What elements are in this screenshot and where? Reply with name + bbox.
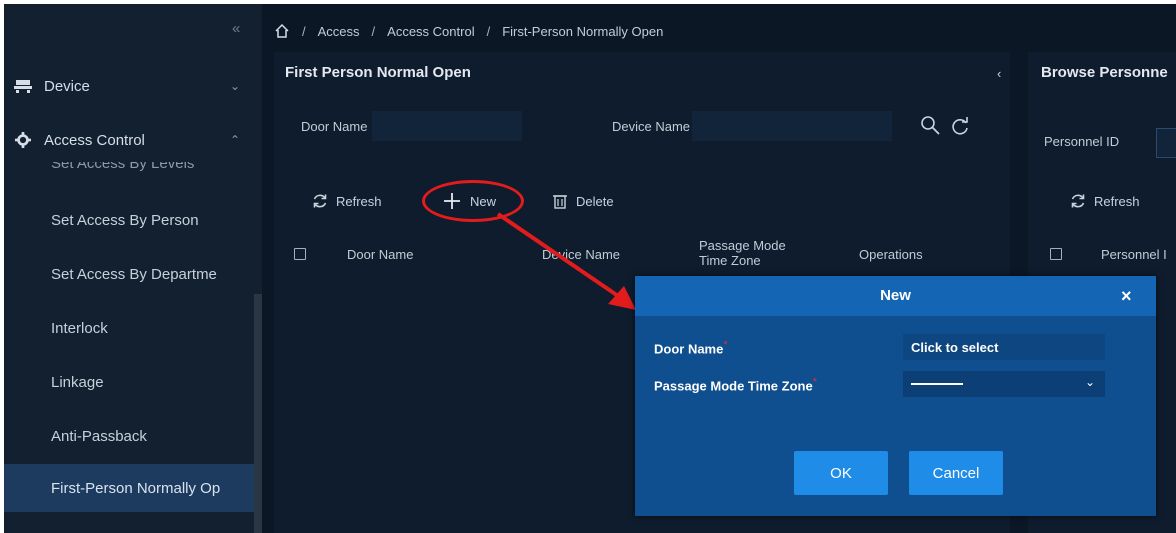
panel-title: First Person Normal Open [285, 64, 471, 81]
device-name-filter-label: Device Name [612, 119, 691, 134]
empty-selection-line [911, 383, 963, 385]
refresh-icon [1071, 194, 1085, 208]
breadcrumb-item-access-control[interactable]: Access Control [387, 24, 474, 39]
sidebar-item-first-person-normally-open[interactable]: First-Person Normally Op [4, 464, 254, 512]
ok-button[interactable]: OK [794, 451, 888, 495]
sidebar: « Device ⌄ Access Control ⌃ Set Access B… [4, 4, 262, 533]
sidebar-section-label: Access Control [44, 131, 145, 149]
new-dialog: New × Door Name* Click to select Passage… [635, 276, 1156, 516]
chevron-down-icon: ⌄ [1085, 375, 1096, 389]
column-passage-mode-time-zone[interactable]: Passage Mode Time Zone [699, 238, 786, 268]
chevron-down-icon: ⌄ [230, 79, 241, 93]
collapse-panel-icon[interactable]: ‹ [997, 66, 1001, 81]
device-icon [14, 80, 32, 93]
sidebar-item-interlock[interactable]: Interlock [4, 304, 254, 352]
personnel-refresh-label: Refresh [1094, 193, 1140, 209]
refresh-icon [313, 194, 327, 208]
door-name-select[interactable]: Click to select [903, 334, 1105, 360]
sidebar-item-anti-passback[interactable]: Anti-Passback [4, 412, 254, 460]
home-icon[interactable] [274, 23, 290, 39]
personnel-id-label: Personnel ID [1044, 134, 1120, 149]
sidebar-section-label: Device [44, 77, 90, 95]
sidebar-item-clipped[interactable]: Set Access By Levels [51, 162, 194, 172]
column-door-name[interactable]: Door Name [347, 247, 413, 262]
cancel-button[interactable]: Cancel [909, 451, 1003, 495]
sidebar-scrollbar[interactable] [254, 294, 262, 533]
required-mark: * [723, 339, 728, 351]
clipped-item-container: Set Access By Levels [4, 162, 254, 176]
breadcrumb-item-access[interactable]: Access [318, 24, 360, 39]
refresh-button[interactable]: Refresh [312, 190, 382, 212]
sidebar-item-set-access-by-person[interactable]: Set Access By Person [4, 196, 254, 244]
breadcrumb-separator: / [302, 23, 306, 39]
breadcrumb: / Access / Access Control / First-Person… [274, 20, 663, 42]
reset-icon[interactable] [949, 116, 971, 138]
app-window: « Device ⌄ Access Control ⌃ Set Access B… [4, 4, 1176, 533]
breadcrumb-separator: / [371, 23, 376, 39]
time-zone-field-label: Passage Mode Time Zone* [654, 376, 817, 393]
gear-icon [15, 132, 31, 148]
breadcrumb-item-current: First-Person Normally Open [502, 23, 664, 39]
browse-personnel-title: Browse Personne [1041, 64, 1168, 81]
required-mark: * [812, 376, 817, 388]
breadcrumb-separator: / [486, 23, 491, 39]
door-name-filter-label: Door Name [301, 119, 368, 134]
search-icon[interactable] [919, 114, 941, 136]
personnel-select-all-checkbox[interactable] [1050, 248, 1062, 260]
sidebar-section-device[interactable]: Device ⌄ [4, 66, 262, 106]
chevron-up-icon: ⌃ [230, 133, 241, 147]
column-passage-line1: Passage Mode [699, 238, 786, 253]
door-name-label-text: Door Name [654, 341, 724, 357]
personnel-id-input[interactable] [1156, 128, 1176, 158]
device-name-filter-input[interactable] [692, 111, 892, 141]
sidebar-item-linkage[interactable]: Linkage [4, 358, 254, 406]
dialog-title: New [880, 287, 911, 304]
sidebar-item-set-access-by-department[interactable]: Set Access By Departme [4, 250, 254, 298]
refresh-label: Refresh [336, 193, 382, 209]
column-personnel-id[interactable]: Personnel I [1101, 247, 1167, 262]
door-name-field-label: Door Name* [654, 339, 728, 356]
close-icon[interactable]: × [1121, 286, 1132, 307]
sidebar-section-access-control[interactable]: Access Control ⌃ [4, 120, 262, 160]
collapse-sidebar-icon[interactable]: « [232, 20, 240, 37]
personnel-refresh-button[interactable]: Refresh [1070, 190, 1140, 212]
column-passage-line2: Time Zone [699, 253, 761, 268]
time-zone-label-text: Passage Mode Time Zone [654, 378, 813, 394]
door-name-filter-input[interactable] [372, 111, 522, 141]
passage-mode-time-zone-select[interactable]: ⌄ [903, 371, 1105, 397]
select-all-checkbox[interactable] [294, 248, 306, 260]
column-operations: Operations [859, 247, 923, 262]
